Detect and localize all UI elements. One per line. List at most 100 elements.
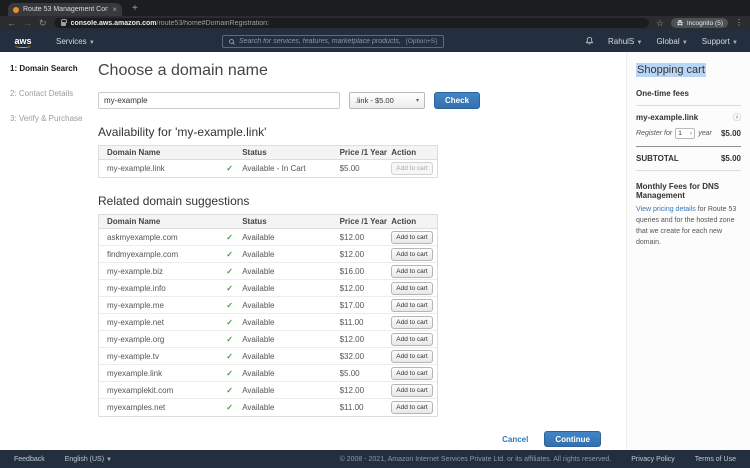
add-to-cart-button[interactable]: Add to cart <box>391 316 432 329</box>
aws-logo[interactable]: aws <box>12 36 34 46</box>
suggestions-table: Domain Name Status Price /1 Year Action … <box>98 214 438 417</box>
aws-console-header: aws Services ▼ Search for services, feat… <box>0 30 750 52</box>
price-cell: $16.00 <box>340 267 392 276</box>
add-to-cart-button[interactable]: Add to cart <box>391 333 432 346</box>
add-to-cart-button[interactable]: Add to cart <box>391 367 432 380</box>
table-row: my-example.biz ✓ Available $16.00 Add to… <box>99 263 437 280</box>
add-to-cart-button[interactable]: Add to cart <box>391 299 432 312</box>
divider <box>636 170 741 171</box>
lock-icon <box>61 22 66 26</box>
add-to-cart-button[interactable]: Add to cart <box>391 401 432 414</box>
account-menu[interactable]: RahulS ▼ <box>608 37 642 46</box>
tab-close-icon[interactable]: × <box>112 6 117 14</box>
status-cell: Available <box>242 233 339 242</box>
region-menu[interactable]: Global ▼ <box>656 37 687 46</box>
col-action: Action <box>391 217 437 226</box>
add-to-cart-button[interactable]: Add to cart <box>391 384 432 397</box>
domain-name-cell: my-example.info <box>99 284 226 293</box>
browser-tab[interactable]: Route 53 Management Conso × <box>8 3 122 16</box>
chevron-down-icon: ▼ <box>637 40 643 46</box>
action-cell: Add to cart <box>391 367 437 380</box>
domain-name-cell: my-example.org <box>99 335 226 344</box>
status-cell: Available <box>242 369 339 378</box>
new-tab-button[interactable]: + <box>132 4 138 14</box>
available-check-icon: ✓ <box>226 352 242 361</box>
support-menu[interactable]: Support ▼ <box>702 37 738 46</box>
privacy-policy-link[interactable]: Privacy Policy <box>631 456 675 463</box>
add-to-cart-button[interactable]: Add to cart <box>391 265 432 278</box>
status-cell: Available <box>242 352 339 361</box>
status-cell: Available <box>242 335 339 344</box>
chevron-down-icon: ▾ <box>416 97 419 104</box>
action-cell: Add to cart <box>391 248 437 261</box>
tld-select[interactable]: .link - $5.00 ▾ <box>349 92 425 109</box>
cart-title: Shopping cart <box>636 63 706 77</box>
wizard-actions: Cancel Continue <box>98 431 619 447</box>
table-row: my-example.info ✓ Available $12.00 Add t… <box>99 280 437 297</box>
available-check-icon: ✓ <box>226 284 242 293</box>
table-row: my-example.net ✓ Available $11.00 Add to… <box>99 314 437 331</box>
action-cell: Add to cart <box>391 401 437 414</box>
wizard-steps-sidebar: 1: Domain Search 2: Contact Details 3: V… <box>0 52 88 450</box>
available-check-icon: ✓ <box>226 386 242 395</box>
col-status: Status <box>242 217 339 226</box>
price-cell: $12.00 <box>340 284 392 293</box>
available-check-icon: ✓ <box>226 335 242 344</box>
add-to-cart-button[interactable]: Add to cart <box>391 248 432 261</box>
tld-selected-option: .link - $5.00 <box>355 96 394 105</box>
action-cell: Add to cart <box>391 162 437 175</box>
dns-pricing-note: View pricing details for Route 53 querie… <box>636 205 741 248</box>
add-to-cart-button[interactable]: Add to cart <box>391 282 432 295</box>
availability-table: Domain Name Status Price /1 Year Action … <box>98 145 438 178</box>
subtotal-row: SUBTOTAL $5.00 <box>636 154 741 163</box>
status-cell: Available <box>242 250 339 259</box>
copyright-text: © 2008 - 2021, Amazon Internet Services … <box>340 456 612 463</box>
table-row: my-example.me ✓ Available $17.00 Add to … <box>99 297 437 314</box>
add-to-cart-button[interactable]: Add to cart <box>391 350 432 363</box>
back-icon[interactable]: ← <box>7 19 16 28</box>
address-bar[interactable]: console.aws.amazon.com/route53/home#Doma… <box>54 18 649 28</box>
price-cell: $12.00 <box>340 233 392 242</box>
view-pricing-details-link[interactable]: View pricing details <box>636 206 696 213</box>
table-row: myexample.link ✓ Available $5.00 Add to … <box>99 365 437 382</box>
status-cell: Available <box>242 403 339 412</box>
cart-item-price: $5.00 <box>721 129 741 138</box>
remove-item-icon[interactable]: ⓧ <box>733 114 741 122</box>
chevron-down-icon: ▼ <box>682 40 688 46</box>
check-button[interactable]: Check <box>434 92 480 109</box>
incognito-label: Incognito (5) <box>687 20 723 27</box>
action-cell: Add to cart <box>391 282 437 295</box>
domain-search-input[interactable] <box>98 92 340 109</box>
services-menu[interactable]: Services ▼ <box>56 37 95 46</box>
cancel-button[interactable]: Cancel <box>502 435 528 444</box>
available-check-icon: ✓ <box>226 250 242 259</box>
incognito-icon <box>676 19 684 27</box>
continue-button[interactable]: Continue <box>544 431 601 447</box>
available-check-icon: ✓ <box>226 233 242 242</box>
search-shortcut-hint: [Option+S] <box>406 38 437 45</box>
forward-icon[interactable]: → <box>23 19 32 28</box>
action-cell: Add to cart <box>391 350 437 363</box>
table-row: my-example.tv ✓ Available $32.00 Add to … <box>99 348 437 365</box>
language-selector[interactable]: English (US) ▼ <box>65 456 112 463</box>
console-footer: Feedback English (US) ▼ © 2008 - 2021, A… <box>0 450 750 468</box>
account-label: RahulS <box>608 37 634 46</box>
cart-item: my-example.link ⓧ <box>636 113 741 122</box>
available-check-icon: ✓ <box>226 164 242 173</box>
years-select[interactable]: 1▾ <box>675 128 695 139</box>
refresh-icon[interactable]: ↻ <box>39 19 47 28</box>
col-domain-name: Domain Name <box>99 148 242 157</box>
divider <box>636 146 741 147</box>
notifications-bell-icon[interactable] <box>585 36 594 46</box>
terms-of-use-link[interactable]: Terms of Use <box>695 456 736 463</box>
browser-menu-icon[interactable]: ⋮ <box>735 19 743 27</box>
price-cell: $12.00 <box>340 386 392 395</box>
domain-name-cell: myexample.link <box>99 369 226 378</box>
bookmark-star-icon[interactable]: ☆ <box>656 19 664 28</box>
add-to-cart-button[interactable]: Add to cart <box>391 231 432 244</box>
console-search-input[interactable]: Search for services, features, marketpla… <box>222 35 444 48</box>
add-to-cart-button[interactable]: Add to cart <box>391 162 432 175</box>
table-row: myexamplekit.com ✓ Available $12.00 Add … <box>99 382 437 399</box>
header-right-menus: RahulS ▼ Global ▼ Support ▼ <box>585 36 738 46</box>
feedback-link[interactable]: Feedback <box>14 456 45 463</box>
